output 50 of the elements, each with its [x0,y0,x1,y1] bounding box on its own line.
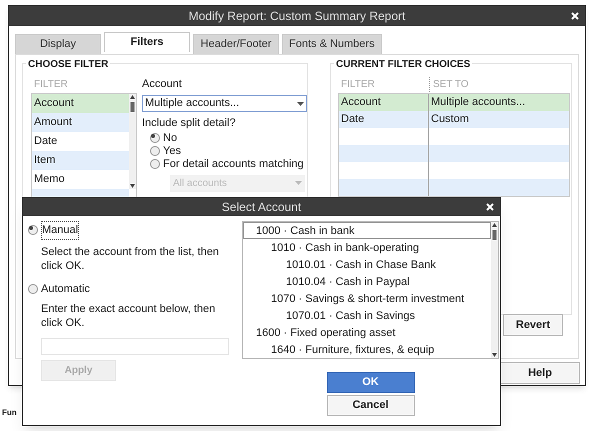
list-item[interactable]: Amount [32,113,129,132]
radio-button[interactable] [150,133,160,143]
radio-label: Manual [41,221,80,240]
table-row[interactable]: Account Multiple accounts... [339,94,569,111]
list-item[interactable]: 1640 · Furniture, fixtures, & equip [243,341,491,358]
tab[interactable]: Header/Footer [193,34,279,54]
help-button[interactable]: Help [500,362,580,384]
table-cell-text: Custom [430,112,469,127]
ok-button[interactable]: OK [326,372,414,393]
instruction-text: Select the account from the list, then click OK. [40,244,220,272]
instruction-text: Enter the exact account below, then click OK. [40,302,216,330]
column-header: FILTER [340,78,376,92]
list-item[interactable]: 1010 · Cash in bank-operating [243,239,491,256]
radio-label: No [163,130,178,146]
revert-button[interactable]: Revert [503,314,563,336]
list-item[interactable]: 1010.01 · Cash in Chase Bank [243,256,491,273]
tab[interactable]: Display [15,34,101,54]
radio-button[interactable] [28,284,38,294]
list-item[interactable]: 1010.04 · Cash in Paypal [243,273,491,290]
radio-button[interactable] [150,159,160,169]
window-title: Modify Report: Custom Summary Report [188,8,406,25]
column-header: FILTER [33,78,69,92]
window-title: Select Account [222,199,302,216]
radio-button[interactable] [28,225,38,236]
list-item[interactable]: 1070 · Savings & short-term investment [243,290,491,307]
table-cell-text: Multiple accounts... [430,95,526,110]
close-icon[interactable] [571,12,579,20]
scrollbar[interactable] [491,222,498,358]
close-icon[interactable] [486,203,494,211]
radio-label: Yes [163,144,181,159]
tab[interactable]: Filters [104,32,190,52]
list-item[interactable]: 1000 · Cash in bank [243,222,491,239]
field-label: Account [142,77,183,92]
scrollbar[interactable] [129,94,136,189]
radio-button[interactable] [150,146,160,156]
table-row[interactable]: Date Custom [339,111,569,128]
list-item[interactable]: Account [32,94,129,113]
tab[interactable]: Fonts & Numbers [282,34,382,54]
radio-label: For detail accounts matching [163,156,304,172]
list-item[interactable]: 1600 · Fixed operating asset [243,324,491,341]
account-dropdown[interactable]: Multiple accounts... [142,95,307,112]
radio-label: Automatic [41,282,90,296]
list-item[interactable]: 1070.01 · Cash in Savings [243,307,491,324]
list-item[interactable]: Item [32,151,129,170]
field-label: Include split detail? [142,116,237,131]
column-header: SET TO [429,77,469,92]
account-input-field[interactable] [41,338,229,355]
background-text: Fun [2,407,17,419]
caret-icon[interactable] [297,102,304,106]
cancel-button[interactable]: Cancel [326,395,414,416]
